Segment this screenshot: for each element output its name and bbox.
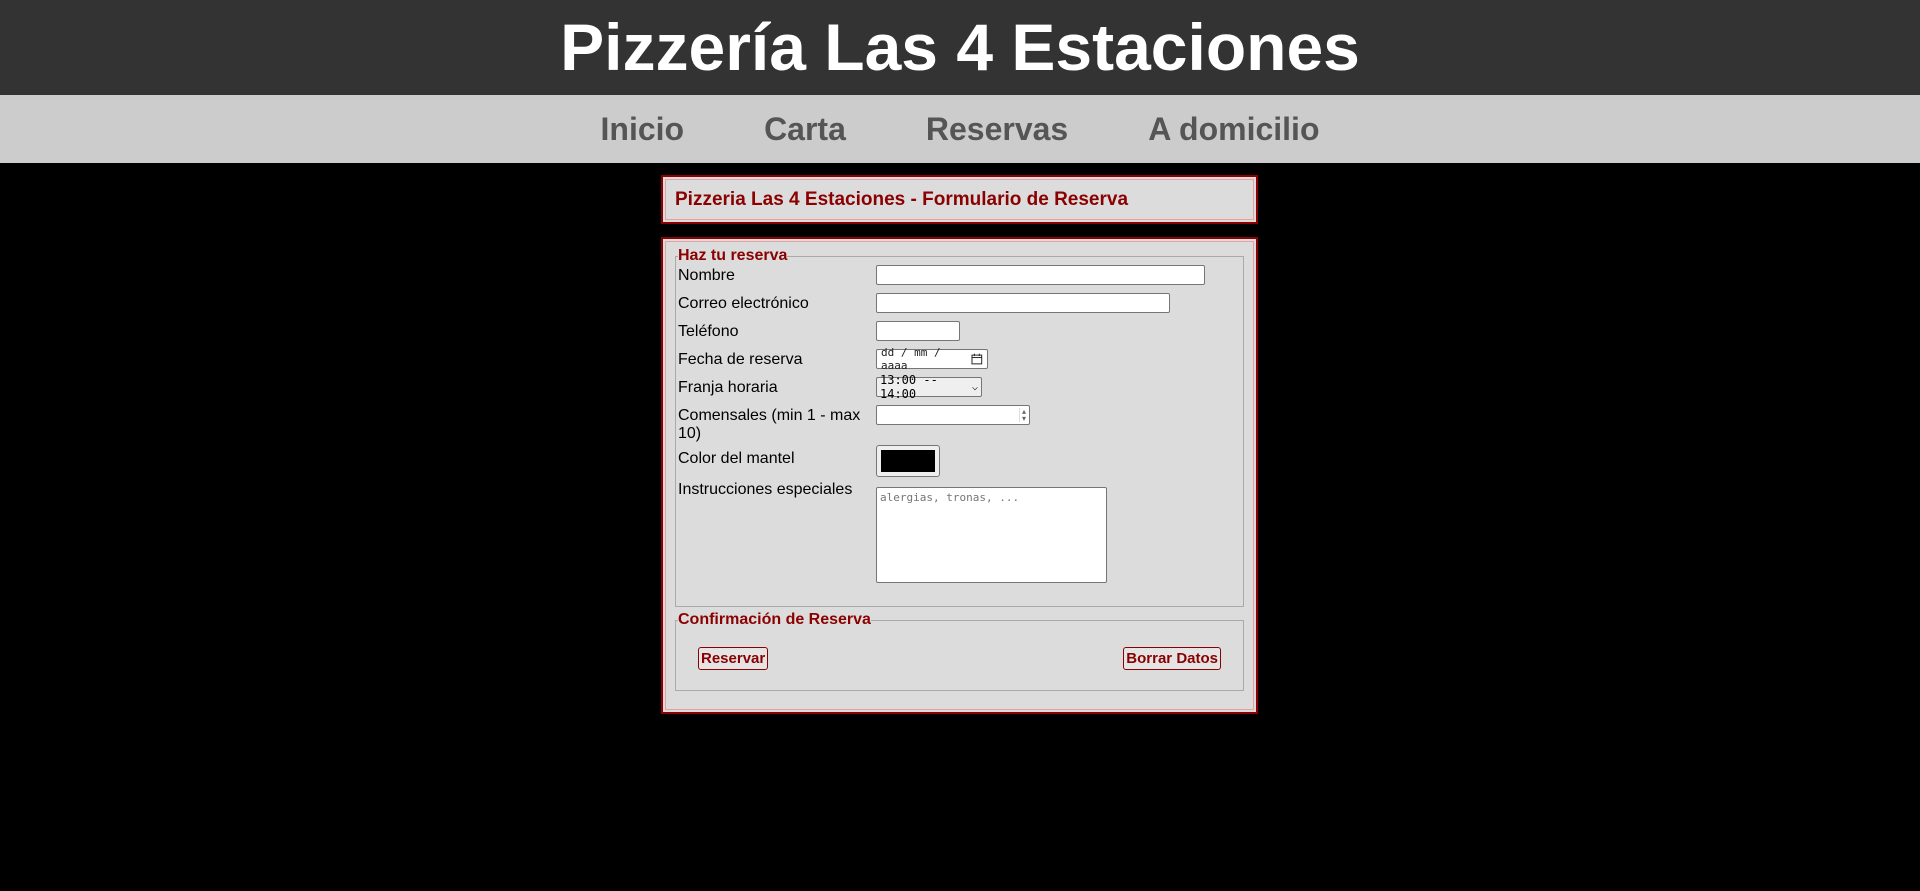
telefono-label: Teléfono xyxy=(678,323,739,340)
fecha-input[interactable]: dd / mm / aaaa xyxy=(876,346,988,372)
borrar-datos-button[interactable]: Borrar Datos xyxy=(1123,647,1221,670)
confirmation-fieldset: Confirmación de Reserva Reservar Borrar … xyxy=(675,611,1244,691)
instrucciones-row: Instrucciones especiales alergias, trona… xyxy=(678,479,1241,583)
form-title: Pizzeria Las 4 Estaciones - Formulario d… xyxy=(675,189,1129,210)
fecha-placeholder: dd / mm / aaaa xyxy=(881,346,941,372)
chevron-down-icon: ⌵ xyxy=(971,381,978,393)
nombre-label: Nombre xyxy=(678,267,735,284)
telefono-row: Teléfono xyxy=(678,321,1241,349)
button-row: Reservar Borrar Datos xyxy=(678,629,1241,690)
form-container: Pizzeria Las 4 Estaciones - Formulario d… xyxy=(661,175,1258,714)
instrucciones-textarea[interactable]: alergias, tronas, ... xyxy=(876,487,1107,583)
color-picker[interactable] xyxy=(876,445,940,477)
nav-item-carta[interactable]: Carta xyxy=(764,95,846,163)
reservation-legend: Haz tu reserva xyxy=(678,247,788,264)
franja-selected: 13:00 -- 14:00 xyxy=(880,373,938,401)
color-row: Color del mantel xyxy=(678,445,1241,477)
form-title-box: Pizzeria Las 4 Estaciones - Formulario d… xyxy=(661,175,1258,224)
nav-item-inicio[interactable]: Inicio xyxy=(601,95,685,163)
franja-label: Franja horaria xyxy=(678,379,778,396)
spinner-icon[interactable]: ▴ ▾ xyxy=(1018,408,1026,423)
color-swatch xyxy=(881,450,935,472)
correo-label: Correo electrónico xyxy=(678,295,809,312)
reservation-form: Haz tu reserva Nombre Correo electrónico… xyxy=(661,237,1258,714)
color-label: Color del mantel xyxy=(678,450,795,467)
nombre-input[interactable] xyxy=(876,265,1205,285)
franja-select[interactable]: 13:00 -- 14:00 ⌵ xyxy=(876,373,982,401)
franja-row: Franja horaria 13:00 -- 14:00 ⌵ xyxy=(678,373,1241,405)
comensales-row: Comensales (min 1 - max 10) ▴ ▾ xyxy=(678,405,1241,443)
email-input[interactable] xyxy=(876,293,1170,313)
nombre-row: Nombre xyxy=(678,265,1241,293)
fecha-label: Fecha de reserva xyxy=(678,351,803,368)
calendar-icon[interactable] xyxy=(971,353,983,365)
nav-item-a-domicilio[interactable]: A domicilio xyxy=(1148,95,1319,163)
comensales-input[interactable]: ▴ ▾ xyxy=(876,405,1030,425)
confirmation-legend: Confirmación de Reserva xyxy=(678,611,871,628)
correo-row: Correo electrónico xyxy=(678,293,1241,321)
reservation-fieldset: Haz tu reserva Nombre Correo electrónico… xyxy=(675,247,1244,607)
instrucciones-label: Instrucciones especiales xyxy=(678,481,853,498)
telefono-input[interactable] xyxy=(876,321,960,341)
reservar-button[interactable]: Reservar xyxy=(698,647,769,670)
site-title: Pizzería Las 4 Estaciones xyxy=(560,10,1360,84)
main-nav: Inicio Carta Reservas A domicilio xyxy=(0,95,1920,163)
nav-item-reservas[interactable]: Reservas xyxy=(926,95,1068,163)
site-header: Pizzería Las 4 Estaciones xyxy=(0,0,1920,95)
comensales-label: Comensales (min 1 - max 10) xyxy=(678,407,861,442)
